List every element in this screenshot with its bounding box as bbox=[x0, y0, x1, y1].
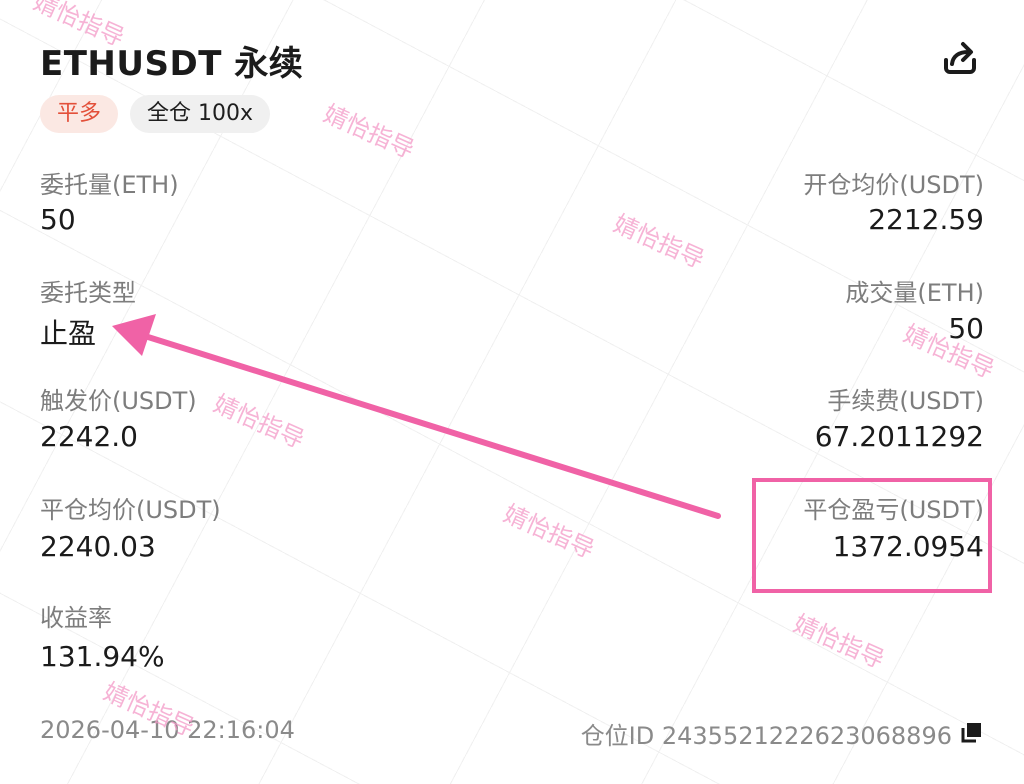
page-title: ETHUSDT 永续 bbox=[40, 44, 304, 84]
order-qty-label: 委托量(ETH) bbox=[40, 171, 179, 199]
close-avg-price-value: 2240.03 bbox=[40, 530, 156, 563]
roe-value: 131.94% bbox=[40, 640, 165, 673]
pnl-highlight-box bbox=[752, 478, 992, 593]
fee-value: 67.2011292 bbox=[814, 420, 984, 453]
watermark: 婧怡指导 bbox=[609, 209, 709, 275]
watermark: 婧怡指导 bbox=[789, 609, 889, 675]
share-button[interactable] bbox=[940, 38, 980, 78]
roe-label: 收益率 bbox=[40, 604, 112, 632]
watermark: 婧怡指导 bbox=[499, 499, 599, 565]
order-type-value: 止盈 bbox=[40, 317, 97, 350]
filled-qty-label: 成交量(ETH) bbox=[845, 279, 984, 307]
copy-icon bbox=[961, 723, 981, 743]
margin-mode-badge: 全仓 100x bbox=[130, 95, 271, 133]
close-avg-price-label: 平仓均价(USDT) bbox=[40, 496, 221, 524]
order-timestamp: 2026-04-10 22:16:04 bbox=[40, 716, 295, 744]
copy-button[interactable] bbox=[960, 720, 984, 744]
filled-qty-value: 50 bbox=[948, 312, 984, 345]
position-id: 仓位ID 2435521222623068896 bbox=[580, 722, 952, 750]
fee-label: 手续费(USDT) bbox=[827, 387, 984, 415]
order-qty-value: 50 bbox=[40, 203, 76, 236]
watermark: 婧怡指导 bbox=[319, 99, 419, 165]
share-icon bbox=[944, 42, 976, 74]
trigger-price-value: 2242.0 bbox=[40, 420, 138, 453]
side-badge: 平多 bbox=[40, 95, 119, 133]
badge-row: 平多 全仓 100x bbox=[40, 95, 271, 133]
watermark: 婧怡指导 bbox=[209, 389, 309, 455]
open-avg-price-label: 开仓均价(USDT) bbox=[803, 171, 984, 199]
trigger-price-label: 触发价(USDT) bbox=[40, 387, 197, 415]
open-avg-price-value: 2212.59 bbox=[868, 203, 984, 236]
order-type-label: 委托类型 bbox=[40, 279, 136, 307]
